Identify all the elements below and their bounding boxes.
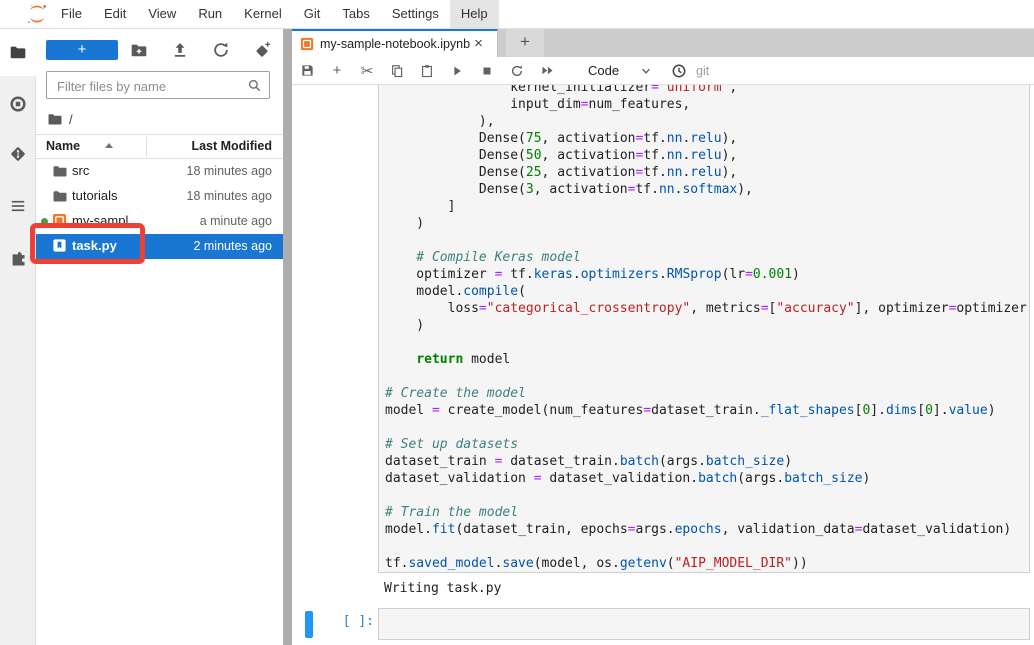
file-name: task.py — [72, 238, 117, 253]
column-header-name[interactable]: Name — [46, 139, 80, 153]
filter-files-input[interactable] — [55, 73, 249, 99]
tab-my-sample-notebook[interactable]: my-sample-notebook.ipynb × — [292, 28, 498, 57]
file-modified: 18 minutes ago — [187, 189, 272, 203]
folder-icon — [52, 188, 68, 204]
cut-cells-button[interactable]: ✂ — [352, 57, 382, 84]
file-browser-icon[interactable] — [9, 43, 27, 61]
file-row-task-py[interactable]: task.py 2 minutes ago — [36, 234, 283, 259]
copy-cells-button[interactable] — [382, 57, 412, 84]
execution-time-button[interactable] — [666, 63, 692, 79]
column-header-last-modified[interactable]: Last Modified — [191, 139, 272, 153]
menu-item-run[interactable]: Run — [187, 0, 233, 28]
file-browser-panel: + / Name Last Modified src 18 minutes ago… — [36, 28, 283, 645]
menu-bar: FileEditViewRunKernelGitTabsSettingsHelp — [0, 0, 1034, 29]
notebook-toolbar: + ✂ Code git — [292, 57, 1034, 85]
cell-prompt: [ ]: — [320, 614, 374, 629]
chevron-down-icon — [640, 65, 652, 77]
notebook-icon — [52, 213, 67, 228]
menu-item-git[interactable]: Git — [293, 0, 332, 28]
file-list-header: Name Last Modified — [36, 134, 283, 159]
restart-kernel-button[interactable] — [502, 57, 532, 84]
sort-ascending-icon — [105, 143, 113, 148]
git-status-label: git — [696, 64, 709, 78]
tab-bar: my-sample-notebook.ipynb × + — [292, 28, 1034, 57]
cell-type-dropdown[interactable]: Code — [580, 60, 652, 82]
menu-item-settings[interactable]: Settings — [381, 0, 450, 28]
menu-item-view[interactable]: View — [137, 0, 187, 28]
file-row-src[interactable]: src 18 minutes ago — [36, 159, 283, 184]
activity-bar — [0, 28, 36, 645]
file-modified: 18 minutes ago — [187, 164, 272, 178]
menu-item-help[interactable]: Help — [450, 0, 499, 28]
refresh-icon[interactable] — [212, 41, 230, 59]
insert-cell-button[interactable]: + — [322, 57, 352, 84]
active-cell-indicator[interactable] — [305, 611, 313, 638]
running-indicator — [41, 218, 48, 225]
run-all-button[interactable] — [532, 57, 562, 84]
file-modified: a minute ago — [200, 214, 272, 228]
cell-type-value: Code — [580, 63, 640, 78]
git-clone-icon[interactable] — [253, 41, 271, 59]
file-icon — [52, 238, 67, 253]
panel-splitter[interactable] — [283, 28, 292, 645]
code-editor[interactable]: kernel_initializer="uniform", input_dim=… — [379, 85, 1029, 572]
menu-item-edit[interactable]: Edit — [93, 0, 137, 28]
column-divider — [146, 137, 147, 157]
paste-cells-button[interactable] — [412, 57, 442, 84]
table-of-contents-icon[interactable] — [9, 197, 27, 215]
breadcrumb[interactable]: / — [47, 110, 73, 128]
search-icon — [247, 78, 262, 93]
cell-output: Writing task.py — [384, 581, 1024, 596]
notebook-content: kernel_initializer="uniform", input_dim=… — [292, 85, 1034, 645]
file-modified: 2 minutes ago — [193, 239, 272, 253]
file-name: tutorials — [72, 188, 118, 203]
notebook-icon — [300, 37, 314, 51]
file-name: my-sampl — [72, 213, 128, 228]
menu-item-kernel[interactable]: Kernel — [233, 0, 293, 28]
main-area: my-sample-notebook.ipynb × + + ✂ Code — [292, 28, 1034, 645]
menu-items: FileEditViewRunKernelGitTabsSettingsHelp — [50, 0, 499, 28]
extension-manager-icon[interactable] — [9, 250, 27, 268]
save-button[interactable] — [292, 57, 322, 84]
filter-files-box — [46, 71, 270, 99]
running-sessions-icon[interactable] — [9, 95, 27, 113]
menu-item-file[interactable]: File — [50, 0, 93, 28]
git-sidebar-icon[interactable] — [9, 145, 27, 163]
home-folder-icon — [47, 111, 63, 127]
new-launcher-button[interactable]: + — [46, 40, 118, 60]
empty-cell-input[interactable] — [378, 608, 1030, 640]
new-tab-button[interactable]: + — [506, 28, 544, 57]
jupyter-logo-icon — [26, 3, 48, 25]
tab-label: my-sample-notebook.ipynb — [320, 37, 470, 51]
menu-item-tabs[interactable]: Tabs — [331, 0, 380, 28]
run-button[interactable] — [442, 57, 472, 84]
file-name: src — [72, 163, 89, 178]
new-folder-icon[interactable] — [130, 41, 148, 59]
folder-icon — [52, 163, 68, 179]
file-row-tutorials[interactable]: tutorials 18 minutes ago — [36, 184, 283, 209]
code-cell-input[interactable]: kernel_initializer="uniform", input_dim=… — [378, 85, 1030, 573]
upload-icon[interactable] — [171, 41, 189, 59]
file-row-my-sampl[interactable]: my-sampl a minute ago — [36, 209, 283, 234]
tab-close-icon[interactable]: × — [474, 37, 483, 51]
file-list: src 18 minutes ago tutorials 18 minutes ago… — [36, 159, 283, 259]
stop-button[interactable] — [472, 57, 502, 84]
breadcrumb-root: / — [69, 112, 73, 127]
clock-icon — [671, 63, 687, 79]
